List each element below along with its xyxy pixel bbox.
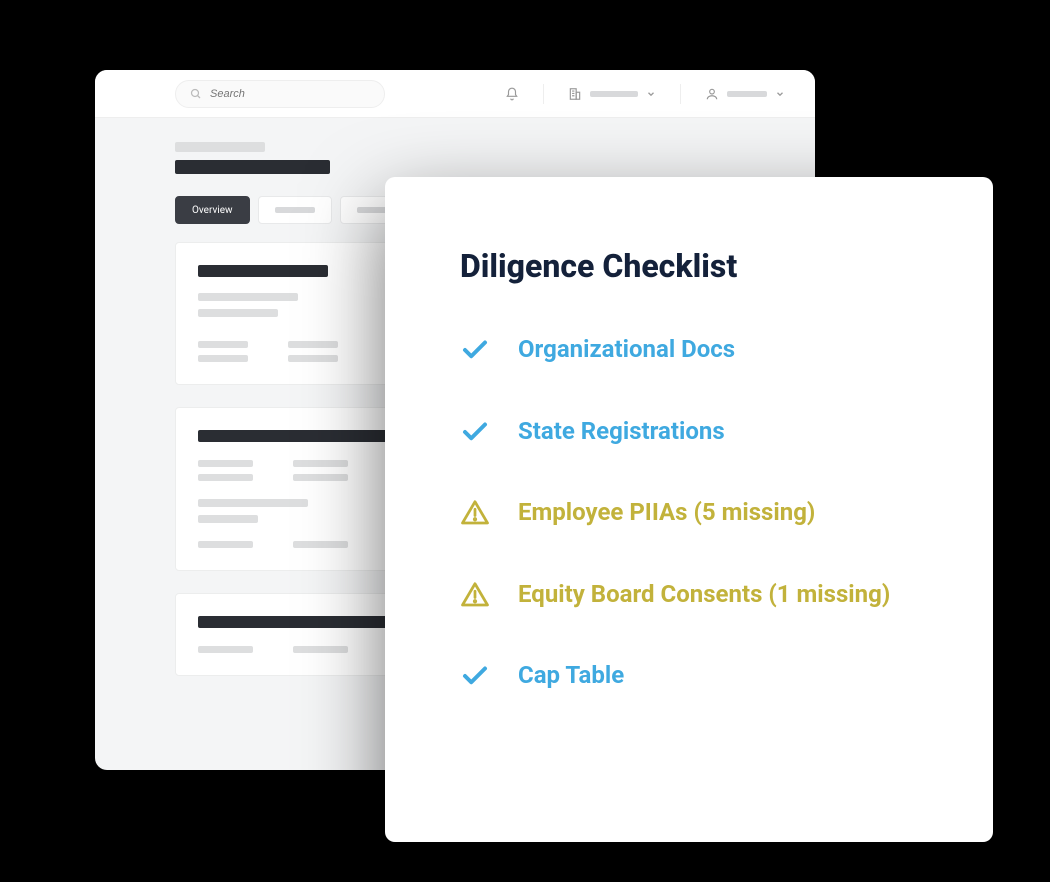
notifications-button[interactable] <box>495 87 529 101</box>
user-icon <box>705 87 719 101</box>
text-placeholder <box>198 541 253 548</box>
text-placeholder <box>198 646 253 653</box>
text-placeholder <box>198 460 253 467</box>
org-name-placeholder <box>590 91 638 97</box>
text-placeholder <box>293 541 348 548</box>
tab-label-placeholder <box>275 207 315 213</box>
checklist-item-label: Organizational Docs <box>518 333 735 367</box>
card-title-placeholder <box>198 265 328 277</box>
separator <box>680 84 681 104</box>
breadcrumb-placeholder <box>175 142 265 152</box>
checklist-item[interactable]: Cap Table <box>460 659 933 693</box>
topbar <box>95 70 815 118</box>
checklist-item-label: Cap Table <box>518 659 624 693</box>
text-placeholder <box>288 355 338 362</box>
checklist-item-label: Employee PIIAs (5 missing) <box>518 496 815 530</box>
search-icon <box>190 88 202 100</box>
check-icon <box>460 661 490 691</box>
chevron-down-icon <box>775 89 785 99</box>
card-title-placeholder <box>198 430 398 442</box>
check-icon <box>460 335 490 365</box>
text-placeholder <box>198 515 258 523</box>
text-placeholder <box>198 293 298 301</box>
user-menu[interactable] <box>695 87 795 101</box>
page-header <box>95 118 815 184</box>
page-title-placeholder <box>175 160 330 174</box>
user-name-placeholder <box>727 91 767 97</box>
warning-icon <box>460 498 490 528</box>
chevron-down-icon <box>646 89 656 99</box>
warning-icon <box>460 580 490 610</box>
checklist-item[interactable]: Equity Board Consents (1 missing) <box>460 578 933 612</box>
building-icon <box>568 87 582 101</box>
checklist-item[interactable]: Organizational Docs <box>460 333 933 367</box>
search-input[interactable] <box>210 88 370 100</box>
checklist-items: Organizational Docs State Registrations Em… <box>460 333 933 693</box>
checklist-item[interactable]: Employee PIIAs (5 missing) <box>460 496 933 530</box>
tab-label: Overview <box>192 205 233 216</box>
diligence-checklist-card: Diligence Checklist Organizational Docs S… <box>385 177 993 842</box>
checklist-item-label: Equity Board Consents (1 missing) <box>518 578 890 612</box>
search-box[interactable] <box>175 80 385 108</box>
checklist-title: Diligence Checklist <box>460 247 933 285</box>
tab-placeholder[interactable] <box>258 196 332 224</box>
text-placeholder <box>198 355 248 362</box>
text-placeholder <box>293 646 348 653</box>
tab-overview[interactable]: Overview <box>175 196 250 224</box>
text-placeholder <box>293 460 348 467</box>
card-title-placeholder <box>198 616 398 628</box>
org-switcher[interactable] <box>558 87 666 101</box>
text-placeholder <box>293 474 348 481</box>
bell-icon <box>505 87 519 101</box>
checklist-item[interactable]: State Registrations <box>460 415 933 449</box>
text-placeholder <box>198 474 253 481</box>
text-placeholder <box>198 341 248 348</box>
text-placeholder <box>288 341 338 348</box>
separator <box>543 84 544 104</box>
text-placeholder <box>198 499 308 507</box>
check-icon <box>460 417 490 447</box>
text-placeholder <box>198 309 278 317</box>
checklist-item-label: State Registrations <box>518 415 725 449</box>
